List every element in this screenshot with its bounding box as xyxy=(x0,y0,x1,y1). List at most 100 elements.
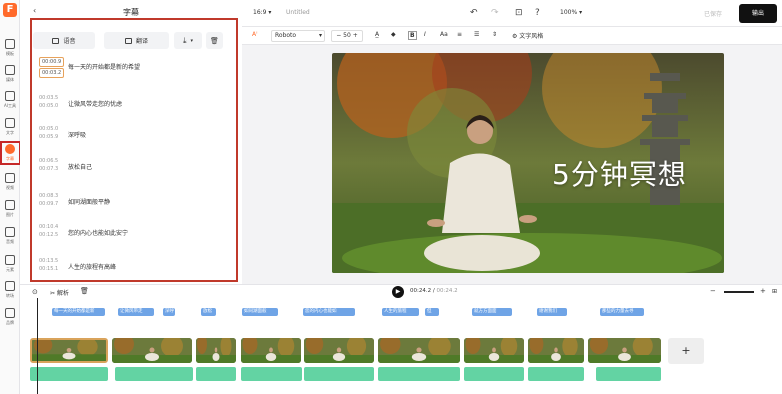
audio-track-segment[interactable] xyxy=(30,367,108,381)
rail-item[interactable]: 媒体 xyxy=(1,62,19,88)
subtitle-end-time[interactable]: 00:03.2 xyxy=(39,68,65,78)
playhead[interactable] xyxy=(37,298,38,394)
help-icon[interactable]: ? xyxy=(535,8,540,18)
zoom-out-icon[interactable]: − xyxy=(710,287,716,295)
subtitle-start-time[interactable]: 00:13.5 xyxy=(39,257,58,265)
zoom-select[interactable]: 100% ▾ xyxy=(560,9,582,16)
video-overlay-title[interactable]: 5分钟冥想 xyxy=(552,153,687,193)
subtitle-row[interactable]: 00:10.4 00:12.5 您的内心也能如此安宁 xyxy=(30,223,235,251)
audio-track-segment[interactable] xyxy=(196,367,236,381)
subtitle-end-time[interactable]: 00:09.7 xyxy=(39,200,58,208)
subtitle-text[interactable]: 您的内心也能如此安宁 xyxy=(68,228,128,237)
subtitle-text[interactable]: 深呼吸 xyxy=(68,130,86,139)
subtitle-chip[interactable]: 但 xyxy=(425,308,439,316)
subtitle-timecode[interactable]: 00:05.0 00:05.9 xyxy=(39,125,58,141)
subtitle-start-time[interactable]: 00:10.4 xyxy=(39,223,58,231)
case-icon[interactable]: Aa xyxy=(440,31,448,38)
list-icon[interactable]: ☰ xyxy=(474,31,479,38)
rail-item[interactable]: 元素 xyxy=(1,252,19,278)
ai-text-icon[interactable]: Aꜝ xyxy=(252,31,258,38)
video-clip[interactable] xyxy=(112,338,192,363)
subtitle-start-time[interactable]: 00:00.9 xyxy=(39,57,65,67)
subtitle-chip[interactable]: 那些的力量去寻 xyxy=(600,308,644,316)
subtitle-text[interactable]: 如同湖面般平静 xyxy=(68,197,110,206)
subtitle-timecode[interactable]: 00:08.3 00:09.7 xyxy=(39,192,58,208)
play-button[interactable]: ▶ xyxy=(392,286,404,298)
video-clip[interactable] xyxy=(464,338,524,363)
delete-button[interactable]: 🗑 xyxy=(206,32,223,49)
subtitle-timecode[interactable]: 00:06.5 00:07.3 xyxy=(39,157,58,173)
trash-icon[interactable]: 🗑 xyxy=(80,287,89,295)
subtitle-start-time[interactable]: 00:06.5 xyxy=(39,157,58,165)
video-clip[interactable] xyxy=(196,338,236,363)
audio-track-segment[interactable] xyxy=(596,367,661,381)
text-style-button[interactable]: ⚙ 文字风格 xyxy=(512,31,543,40)
subtitle-end-time[interactable]: 00:12.5 xyxy=(39,231,58,239)
subtitle-timecode[interactable]: 00:03.5 00:05.0 xyxy=(39,94,58,110)
translate-button[interactable]: 翻译 xyxy=(104,32,169,49)
subtitle-start-time[interactable]: 00:05.0 xyxy=(39,125,58,133)
subtitle-text[interactable]: 每一天的开始都是新的希望 xyxy=(68,62,140,71)
subtitle-row[interactable]: 00:08.3 00:09.7 如同湖面般平静 xyxy=(30,192,235,220)
text-color-icon[interactable]: A̲ xyxy=(375,31,379,38)
download-button[interactable]: ⤓ ▾ xyxy=(174,32,202,49)
subtitle-end-time[interactable]: 00:15.1 xyxy=(39,265,58,273)
video-clip[interactable] xyxy=(30,338,108,363)
subtitle-chip[interactable]: 谢谢我们 xyxy=(537,308,567,316)
subtitle-chip[interactable]: 让微风带走 xyxy=(118,308,154,316)
audio-track-segment[interactable] xyxy=(528,367,584,381)
zoom-slider[interactable] xyxy=(724,291,754,293)
bold-icon[interactable]: B xyxy=(408,31,417,40)
subtitle-chip[interactable]: 如同湖面般 xyxy=(242,308,278,316)
rail-item[interactable]: 视频 xyxy=(1,170,19,196)
subtitle-start-time[interactable]: 00:08.3 xyxy=(39,192,58,200)
subtitle-start-time[interactable]: 00:03.5 xyxy=(39,94,58,102)
video-clip[interactable] xyxy=(241,338,301,363)
font-select[interactable]: Roboto ▾ xyxy=(271,30,325,42)
italic-icon[interactable]: I xyxy=(424,31,426,38)
add-clip-button[interactable]: + xyxy=(668,338,704,364)
subtitle-timecode[interactable]: 00:13.5 00:15.1 xyxy=(39,257,58,273)
fit-icon[interactable]: ⊞ xyxy=(772,288,777,295)
subtitle-end-time[interactable]: 00:05.0 xyxy=(39,102,58,110)
subtitle-row[interactable]: 00:06.5 00:07.3 放松自己 xyxy=(30,157,235,185)
doc-title[interactable]: Untitled xyxy=(286,9,310,16)
video-clip[interactable] xyxy=(528,338,584,363)
highlight-icon[interactable]: ◆ xyxy=(391,31,396,38)
rail-item[interactable]: 文字 xyxy=(1,115,19,141)
rail-item[interactable]: 音频 xyxy=(1,224,19,250)
subtitle-text[interactable]: 人生的旅程有高峰 xyxy=(68,262,116,271)
redo-icon[interactable]: ↷ xyxy=(491,8,499,18)
subtitle-chip[interactable]: 放松 xyxy=(201,308,216,316)
subtitle-timecode[interactable]: 00:00.9 00:03.2 xyxy=(39,57,65,79)
export-button[interactable]: 输出 xyxy=(739,4,777,23)
subtitle-timecode[interactable]: 00:10.4 00:12.5 xyxy=(39,223,58,239)
subtitle-chip[interactable]: 每一天的开始都是新 xyxy=(52,308,105,316)
subtitle-chip[interactable]: 人生的旅程 xyxy=(382,308,419,316)
subtitle-row[interactable]: 00:03.5 00:05.0 让微风带走您的忧虑 xyxy=(30,94,235,122)
rail-item[interactable]: 图片 xyxy=(1,197,19,223)
timeline-settings-icon[interactable]: ⊙ xyxy=(32,288,38,296)
subtitle-chip[interactable]: 就方方面面 xyxy=(472,308,512,316)
audio-track-segment[interactable] xyxy=(241,367,302,381)
undo-icon[interactable]: ↶ xyxy=(470,8,478,18)
speech-button[interactable]: 语音 xyxy=(33,32,95,49)
subtitle-row[interactable]: 00:05.0 00:05.9 深呼吸 xyxy=(30,125,235,153)
subtitle-text[interactable]: 放松自己 xyxy=(68,162,92,171)
rail-item[interactable]: 转场 xyxy=(1,278,19,304)
subtitle-row[interactable]: 00:13.5 00:15.1 人生的旅程有高峰 xyxy=(30,257,235,285)
video-clip[interactable] xyxy=(588,338,661,363)
video-clip[interactable] xyxy=(378,338,460,363)
audio-track-segment[interactable] xyxy=(464,367,524,381)
subtitle-text[interactable]: 让微风带走您的忧虑 xyxy=(68,99,122,108)
split-button[interactable]: ✂ 解析 xyxy=(50,288,69,297)
align-icon[interactable]: ≡ xyxy=(457,31,462,38)
screen-capture-icon[interactable]: ⊡ xyxy=(515,8,523,18)
font-size-stepper[interactable]: − 50 + xyxy=(331,30,363,42)
subtitle-row[interactable]: 00:00.9 00:03.2 每一天的开始都是新的希望 xyxy=(30,57,235,85)
rail-item[interactable]: 品牌 xyxy=(1,305,19,331)
subtitle-end-time[interactable]: 00:05.9 xyxy=(39,133,58,141)
video-preview[interactable]: 5分钟冥想 xyxy=(332,53,724,273)
aspect-ratio-select[interactable]: 16:9 ▾ xyxy=(253,9,271,16)
video-clip[interactable] xyxy=(304,338,374,363)
